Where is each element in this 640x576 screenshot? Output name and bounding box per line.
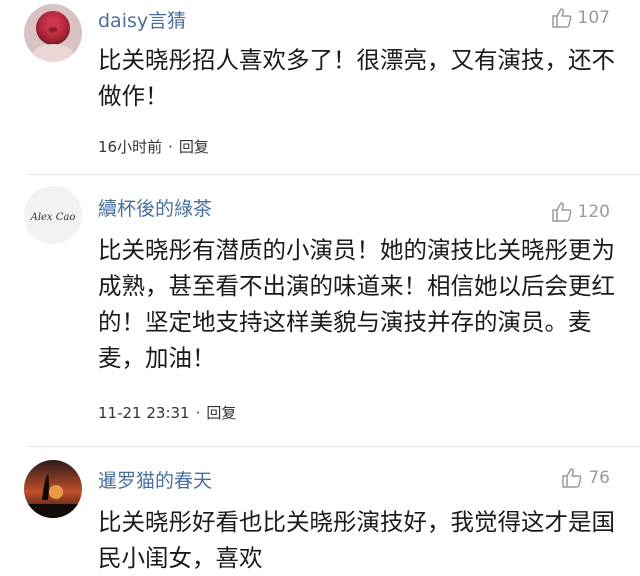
signature-avatar-image: Alex Cao <box>24 186 82 244</box>
reply-link[interactable]: 回复 <box>206 404 236 422</box>
username[interactable]: daisy言猜 <box>98 6 186 33</box>
comment-item: Alex Cao 續杯後的綠茶 120 比关晓彤有潜质的小演员！她的演技比关晓彤… <box>0 180 640 442</box>
like-count: 107 <box>577 8 610 28</box>
avatar[interactable] <box>24 460 82 518</box>
thumbs-up-icon <box>551 8 571 28</box>
avatar[interactable]: Alex Cao <box>24 186 82 244</box>
comment-text: 比关晓彤有潜质的小演员！她的演技比关晓彤更为成熟，甚至看不出演的味道来！相信她以… <box>98 236 615 372</box>
like-button[interactable]: 76 <box>560 466 610 490</box>
timestamp: 11-21 23:31 <box>98 404 190 422</box>
username[interactable]: 暹罗猫的春天 <box>98 466 212 493</box>
comment-meta: 16小时前 · 回复 <box>98 136 209 157</box>
like-button[interactable]: 120 <box>550 200 610 224</box>
avatar-signature-text: Alex Cao <box>30 212 76 223</box>
comment-item: 暹罗猫的春天 76 比关晓彤好看也比关晓彤演技好，我觉得这才是国民小闺女，喜欢 <box>0 452 640 574</box>
timestamp: 16小时前 <box>98 138 163 156</box>
comment-item: daisy言猜 107 比关晓彤招人喜欢多了！很漂亮，又有演技，还不做作！ 16… <box>0 0 640 168</box>
thumbs-up-icon <box>562 468 582 488</box>
comment-meta: 11-21 23:31 · 回复 <box>98 402 236 423</box>
sunset-avatar-image <box>24 460 82 518</box>
comment-text: 比关晓彤好看也比关晓彤演技好，我觉得这才是国民小闺女，喜欢 <box>98 508 615 572</box>
like-count: 76 <box>588 468 610 488</box>
avatar[interactable] <box>24 4 82 62</box>
comment-text: 比关晓彤招人喜欢多了！很漂亮，又有演技，还不做作！ <box>98 46 615 110</box>
meta-separator: · <box>168 138 173 156</box>
thumbs-up-icon <box>551 202 571 222</box>
like-count: 120 <box>577 202 610 222</box>
reply-link[interactable]: 回复 <box>179 138 209 156</box>
username[interactable]: 續杯後的綠茶 <box>98 194 212 221</box>
like-button[interactable]: 107 <box>550 6 610 30</box>
rose-avatar-image <box>24 4 82 62</box>
divider <box>26 174 640 175</box>
meta-separator: · <box>195 404 201 422</box>
divider <box>26 446 640 447</box>
